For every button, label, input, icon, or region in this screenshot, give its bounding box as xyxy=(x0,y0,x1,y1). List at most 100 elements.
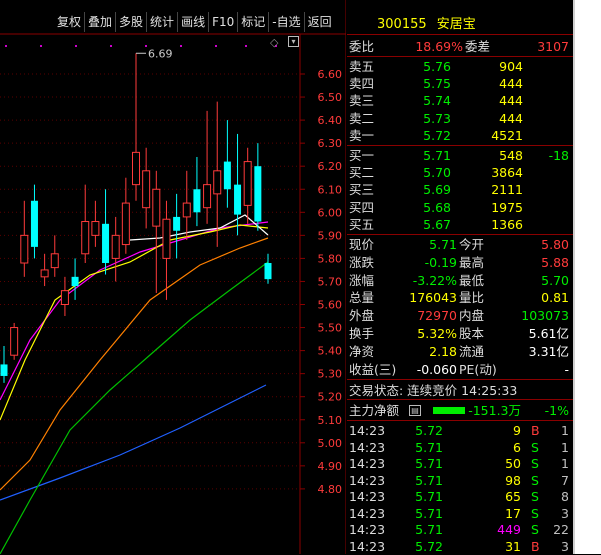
ask-volume: 444 xyxy=(499,76,523,92)
tick-count: 1 xyxy=(561,423,569,438)
bid-row[interactable]: 买四 5.68 1975 xyxy=(347,199,573,216)
expand-icon[interactable]: ▤ xyxy=(409,405,421,416)
stat-value: -3.22% xyxy=(412,272,457,288)
high-label: 6.69 xyxy=(148,47,173,60)
marker-dot xyxy=(5,45,7,47)
bid-volume: 3864 xyxy=(491,165,523,181)
weibi-row: 委比 18.69% 委差 3107 xyxy=(349,39,569,54)
main-net-bar xyxy=(433,407,465,414)
marker-dot xyxy=(75,45,77,47)
candle-down xyxy=(234,184,242,215)
diamond-icon[interactable]: ◇ xyxy=(270,36,278,49)
bid-label: 买五 xyxy=(349,216,375,232)
bid-price[interactable]: 5.69 xyxy=(423,181,451,198)
ask-row[interactable]: 卖一 5.72 4521 xyxy=(347,127,573,144)
tick-side: S xyxy=(531,505,539,521)
bid-label: 买一 xyxy=(349,148,375,163)
tick-volume: 6 xyxy=(513,439,521,455)
bid-row[interactable]: 买一 5.71 548 -18 xyxy=(347,147,573,164)
stat-value: -0.060 xyxy=(416,361,457,377)
tick-count: 1 xyxy=(561,439,569,455)
ask-row[interactable]: 卖三 5.74 444 xyxy=(347,92,573,109)
marker-dot xyxy=(110,45,112,47)
candle-up xyxy=(243,161,252,206)
price-axis-label: 4.80 xyxy=(318,483,343,496)
bid-row[interactable]: 买三 5.69 2111 xyxy=(347,181,573,198)
stat-label: 量比 xyxy=(459,290,485,306)
tick-row: 14:23 5.71 449 S 22 xyxy=(347,521,573,538)
candle-down xyxy=(223,161,231,190)
ask-label: 卖五 xyxy=(349,59,375,74)
ask-label: 卖二 xyxy=(349,110,375,126)
tick-time: 14:23 xyxy=(349,472,386,488)
stat-row: 总量 176043 量比 0.81 xyxy=(347,289,573,306)
stat-label: 涨幅 xyxy=(349,272,375,288)
bid-price[interactable]: 5.71 xyxy=(423,147,451,164)
weibi-value: 18.69% xyxy=(415,39,463,54)
marker-dot xyxy=(145,45,147,47)
ask-price[interactable]: 5.72 xyxy=(423,127,451,144)
tick-side: S xyxy=(531,489,539,504)
bid-price[interactable]: 5.70 xyxy=(423,164,451,181)
tick-side: S xyxy=(531,439,539,455)
tick-time: 14:23 xyxy=(349,439,386,455)
stat-value: 103073 xyxy=(521,308,569,324)
candle-up xyxy=(152,188,161,227)
stat-row: 收益(三) -0.060 PE(动) - xyxy=(347,361,573,378)
price-axis-label: 6.40 xyxy=(318,114,343,127)
stat-value: 5.80 xyxy=(541,237,569,252)
tick-count: 3 xyxy=(561,505,569,521)
tick-row: 14:23 5.71 6 S 1 xyxy=(347,439,573,456)
ask-price[interactable]: 5.74 xyxy=(423,92,451,109)
weicha-value: 3107 xyxy=(537,39,569,54)
tick-volume: 50 xyxy=(505,456,521,471)
candle-down xyxy=(254,166,262,222)
ask-volume: 4521 xyxy=(491,127,523,143)
bid-row[interactable]: 买二 5.70 3864 xyxy=(347,164,573,181)
candle-up xyxy=(50,253,59,269)
bid-price[interactable]: 5.68 xyxy=(423,199,451,216)
candle-up xyxy=(60,290,69,306)
tick-volume: 31 xyxy=(505,538,521,554)
tick-side: B xyxy=(531,423,540,438)
trade-status-row: 交易状态: 连续竞价 14:25:33 xyxy=(347,382,573,399)
candle-up xyxy=(121,202,130,246)
ask-row[interactable]: 卖五 5.76 904 xyxy=(347,58,573,75)
ask-row[interactable]: 卖二 5.73 444 xyxy=(347,110,573,127)
candle-up xyxy=(203,184,212,209)
ask-price[interactable]: 5.76 xyxy=(423,58,451,75)
kline-chart[interactable]: 复权 叠加 多股 统计 画线 F10 标记 -自选 返回 6.60 6.50 6.4… xyxy=(0,0,346,554)
bid-price[interactable]: 5.67 xyxy=(423,216,451,233)
tick-price: 5.71 xyxy=(415,472,443,488)
stat-row: 净资 2.18 流通 3.31亿 xyxy=(347,343,573,360)
tick-time: 14:23 xyxy=(349,505,386,521)
tick-side: S xyxy=(531,472,539,488)
ask-label: 卖一 xyxy=(349,127,375,143)
collapse-icon[interactable]: ▾ xyxy=(288,36,299,47)
tick-count: 3 xyxy=(561,538,569,554)
candle-up xyxy=(111,234,120,259)
tick-count: 1 xyxy=(561,456,569,471)
tick-row: 14:23 5.71 50 S 1 xyxy=(347,455,573,472)
tick-count: 7 xyxy=(561,472,569,488)
price-axis-label: 5.50 xyxy=(318,322,343,335)
price-axis-label: 6.30 xyxy=(318,137,343,150)
price-axis-label: 5.40 xyxy=(318,345,343,358)
bid-row[interactable]: 买五 5.67 1366 xyxy=(347,216,573,233)
candle-up xyxy=(91,221,100,236)
stat-value: 5.61亿 xyxy=(528,326,569,341)
ask-volume: 444 xyxy=(499,110,523,126)
stat-value: 2.18 xyxy=(429,343,457,359)
ask-price[interactable]: 5.73 xyxy=(423,110,451,127)
bid-volume: 548 xyxy=(499,148,523,163)
candle-down xyxy=(30,200,38,247)
candle-down xyxy=(193,189,201,213)
ask-price[interactable]: 5.75 xyxy=(423,75,451,92)
stat-label: 最高 xyxy=(459,254,485,270)
scroll-area[interactable] xyxy=(573,0,601,554)
stat-row: 涨跌 -0.19 最高 5.88 xyxy=(347,254,573,271)
stat-value: 5.71 xyxy=(429,237,457,252)
stat-value: 3.31亿 xyxy=(528,343,569,359)
ask-row[interactable]: 卖四 5.75 444 xyxy=(347,75,573,92)
ask-label: 卖四 xyxy=(349,76,375,92)
